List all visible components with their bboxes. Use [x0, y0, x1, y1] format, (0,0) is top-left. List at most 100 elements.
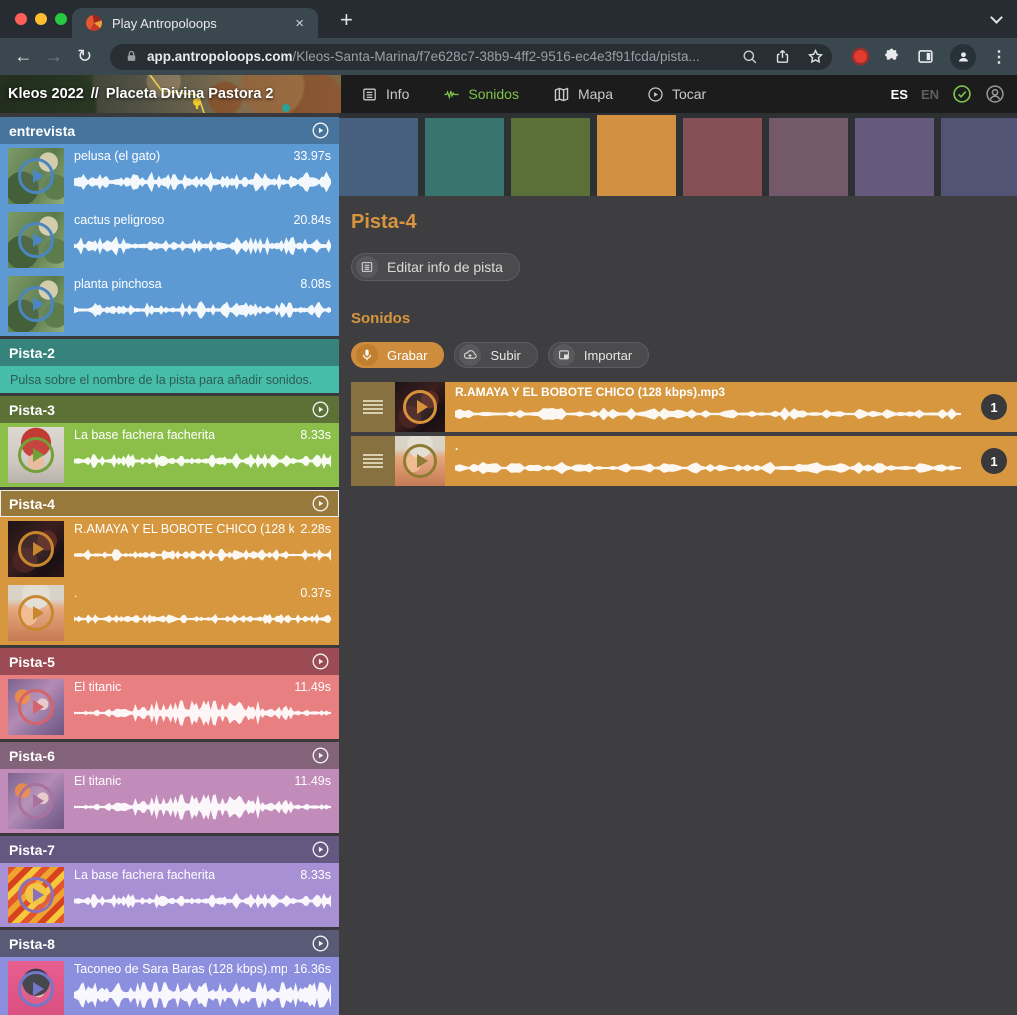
share-icon[interactable]: [774, 48, 791, 65]
track-color-swatch-2[interactable]: [425, 118, 504, 196]
forward-button[interactable]: →: [41, 46, 68, 67]
sound-waveform[interactable]: [74, 448, 331, 474]
nav-info[interactable]: Info: [361, 86, 409, 103]
extensions-puzzle-icon[interactable]: [882, 47, 901, 66]
track-header[interactable]: Pista-2: [0, 339, 339, 366]
profile-avatar[interactable]: [950, 44, 976, 70]
play-track-icon[interactable]: [311, 746, 330, 765]
sound-waveform[interactable]: [74, 542, 331, 568]
nav-mapa[interactable]: Mapa: [553, 86, 613, 103]
track-color-swatch-1[interactable]: [339, 118, 418, 196]
sound-item[interactable]: R.AMAYA Y EL BOBOTE CHICO (128 kbps)....…: [0, 517, 339, 581]
sound-thumbnail[interactable]: [395, 436, 445, 486]
track-header[interactable]: Pista-3: [0, 396, 339, 423]
sound-item[interactable]: pelusa (el gato) 33.97s: [0, 144, 339, 208]
sound-item[interactable]: El titanic 11.49s: [0, 675, 339, 739]
sound-thumbnail[interactable]: [8, 773, 64, 829]
play-track-icon[interactable]: [311, 400, 330, 419]
play-sound-icon[interactable]: [18, 437, 54, 473]
play-sound-icon[interactable]: [18, 595, 54, 631]
grabar-button[interactable]: Grabar: [351, 342, 444, 368]
play-sound-icon[interactable]: [18, 286, 54, 322]
play-sound-icon[interactable]: [18, 531, 54, 567]
nav-tocar[interactable]: Tocar: [647, 86, 706, 103]
play-sound-icon[interactable]: [18, 971, 54, 1007]
drag-handle[interactable]: [351, 382, 395, 432]
play-sound-icon[interactable]: [18, 222, 54, 258]
sound-waveform[interactable]: [74, 606, 331, 632]
sound-thumbnail[interactable]: [8, 585, 64, 641]
edit-track-info-button[interactable]: Editar info de pista: [351, 253, 520, 281]
play-track-icon[interactable]: [311, 121, 330, 140]
sound-thumbnail[interactable]: [8, 521, 64, 577]
reload-button[interactable]: ↻: [71, 46, 98, 67]
sound-item[interactable]: . 0.37s: [0, 581, 339, 645]
close-window-button[interactable]: [15, 13, 27, 25]
tab-search-chevron-icon[interactable]: [990, 11, 1003, 24]
sound-waveform[interactable]: [74, 888, 331, 914]
sound-thumbnail[interactable]: [8, 148, 64, 204]
track-header[interactable]: Pista-8: [0, 930, 339, 957]
track-color-swatch-7[interactable]: [855, 118, 934, 196]
sound-thumbnail[interactable]: [8, 427, 64, 483]
sound-item[interactable]: La base fachera facherita 8.33s: [0, 863, 339, 927]
play-sound-icon[interactable]: [403, 390, 437, 424]
track-color-swatch-5[interactable]: [683, 118, 762, 196]
sound-item[interactable]: cactus peligroso 20.84s: [0, 208, 339, 272]
track-header[interactable]: entrevista: [0, 117, 339, 144]
project-map-banner[interactable]: Kleos 2022 // Placeta Divina Pastora 2: [0, 75, 341, 113]
play-track-icon[interactable]: [311, 652, 330, 671]
drag-handle[interactable]: [351, 436, 395, 486]
browser-menu-icon[interactable]: ⋮: [991, 47, 1007, 67]
record-extension-icon[interactable]: [854, 50, 867, 63]
play-sound-icon[interactable]: [18, 689, 54, 725]
lang-es[interactable]: ES: [891, 87, 908, 102]
track-color-swatch-6[interactable]: [769, 118, 848, 196]
sound-waveform[interactable]: [74, 297, 331, 323]
play-track-icon[interactable]: [311, 934, 330, 953]
sound-waveform[interactable]: [455, 402, 961, 426]
sound-waveform[interactable]: [74, 794, 331, 820]
track-header[interactable]: Pista-7: [0, 836, 339, 863]
sound-item[interactable]: planta pinchosa 8.08s: [0, 272, 339, 336]
sound-thumbnail[interactable]: [395, 382, 445, 432]
play-sound-icon[interactable]: [403, 444, 437, 478]
sound-waveform[interactable]: [74, 700, 331, 726]
breadcrumb-project[interactable]: Kleos 2022: [8, 86, 84, 102]
sound-waveform[interactable]: [74, 982, 331, 1008]
sound-thumbnail[interactable]: [8, 961, 64, 1015]
nav-sonidos[interactable]: Sonidos: [443, 86, 519, 103]
sound-waveform[interactable]: [74, 233, 331, 259]
browser-tab[interactable]: Play Antropoloops ×: [72, 8, 318, 38]
sound-thumbnail[interactable]: [8, 679, 64, 735]
new-tab-button[interactable]: +: [340, 6, 353, 34]
sound-waveform[interactable]: [74, 169, 331, 195]
sound-waveform[interactable]: [455, 456, 961, 480]
track-header[interactable]: Pista-5: [0, 648, 339, 675]
subir-button[interactable]: Subir: [454, 342, 537, 368]
back-button[interactable]: ←: [10, 46, 37, 67]
account-icon[interactable]: [985, 84, 1005, 104]
side-panel-icon[interactable]: [916, 47, 935, 66]
zoom-window-button[interactable]: [55, 13, 67, 25]
track-color-swatch-4[interactable]: [597, 115, 676, 199]
sound-thumbnail[interactable]: [8, 276, 64, 332]
importar-button[interactable]: Importar: [548, 342, 649, 368]
pista-sound-row[interactable]: R.AMAYA Y EL BOBOTE CHICO (128 kbps).mp3…: [351, 382, 1017, 432]
play-sound-icon[interactable]: [18, 783, 54, 819]
minimize-window-button[interactable]: [35, 13, 47, 25]
play-track-icon[interactable]: [311, 494, 330, 513]
track-color-swatch-8[interactable]: [941, 118, 1017, 196]
track-header[interactable]: Pista-6: [0, 742, 339, 769]
sound-item[interactable]: La base fachera facherita 8.33s: [0, 423, 339, 487]
track-header[interactable]: Pista-4: [0, 490, 339, 517]
sound-thumbnail[interactable]: [8, 867, 64, 923]
sound-item[interactable]: El titanic 11.49s: [0, 769, 339, 833]
address-bar[interactable]: app.antropoloops.com/Kleos-Santa-Marina/…: [110, 44, 832, 70]
bookmark-star-icon[interactable]: [807, 48, 824, 65]
search-icon[interactable]: [741, 48, 758, 65]
sound-item[interactable]: Taconeo de Sara Baras (128 kbps).mp3 16.…: [0, 957, 339, 1015]
play-sound-icon[interactable]: [18, 158, 54, 194]
sound-thumbnail[interactable]: [8, 212, 64, 268]
play-track-icon[interactable]: [311, 840, 330, 859]
